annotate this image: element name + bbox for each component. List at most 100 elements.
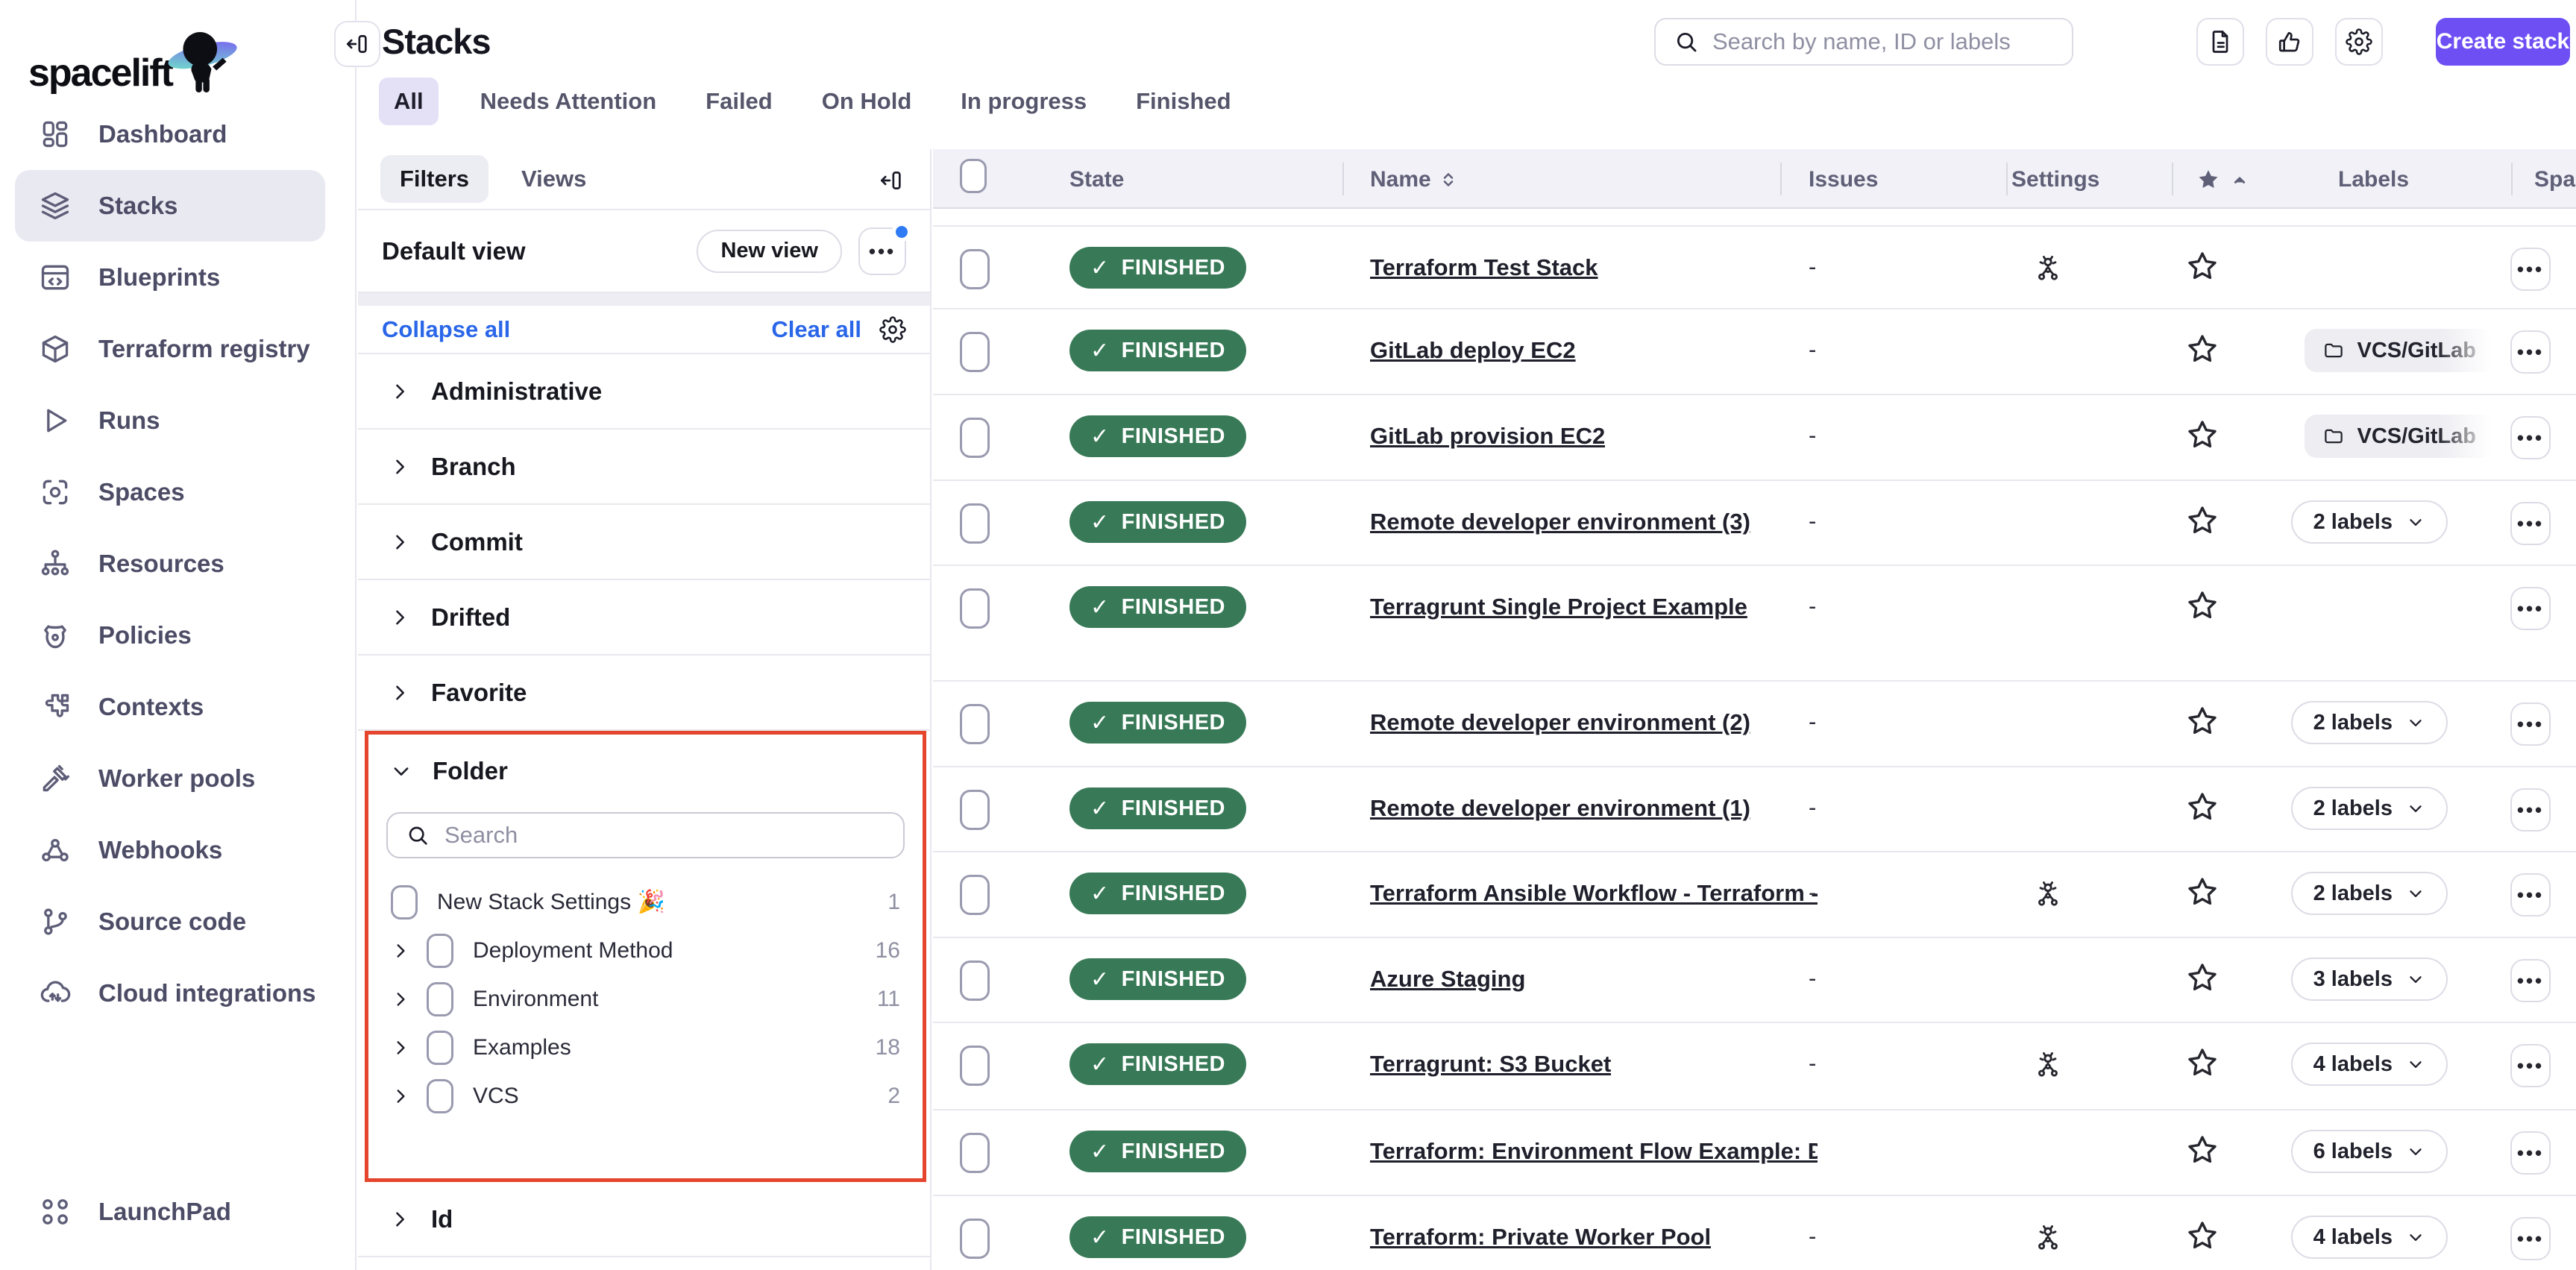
stack-name-link[interactable]: GitLab provision EC2 [1370, 423, 1605, 450]
column-state[interactable]: State [1069, 167, 1124, 192]
stack-name-link[interactable]: Terragrunt Single Project Example [1370, 594, 1747, 620]
row-actions-button[interactable]: ••• [2510, 248, 2551, 291]
favorite-star-button[interactable] [2184, 1045, 2220, 1081]
stack-name-link[interactable]: GitLab deploy EC2 [1370, 337, 1576, 364]
select-all-checkbox[interactable] [960, 159, 987, 193]
favorite-star-button[interactable] [2184, 503, 2220, 538]
column-name[interactable]: Name [1370, 167, 1460, 192]
sidebar-item-webhooks[interactable]: Webhooks [0, 814, 355, 886]
row-checkbox[interactable] [960, 588, 990, 629]
row-actions-button[interactable]: ••• [2510, 587, 2551, 630]
row-actions-button[interactable]: ••• [2510, 959, 2551, 1002]
labels-dropdown-chip[interactable]: 4 labels [2291, 1043, 2448, 1086]
row-checkbox[interactable] [960, 1046, 990, 1086]
tab-failed[interactable]: Failed [698, 78, 780, 125]
filter-section-commit[interactable]: Commit [358, 505, 930, 580]
row-checkbox[interactable] [960, 704, 990, 744]
new-view-button[interactable]: New view [697, 230, 842, 273]
labels-dropdown-chip[interactable]: 3 labels [2291, 958, 2448, 1001]
column-labels[interactable]: Labels [2338, 167, 2409, 192]
view-options-button[interactable]: ••• [858, 227, 906, 275]
favorite-star-button[interactable] [2184, 960, 2220, 996]
sidebar-item-dashboard[interactable]: Dashboard [0, 98, 355, 170]
sidebar-item-cloud-integrations[interactable]: Cloud integrations [0, 958, 355, 1029]
settings-button[interactable] [2335, 18, 2383, 66]
row-actions-button[interactable]: ••• [2510, 502, 2551, 545]
sidebar-collapse-button[interactable] [334, 21, 380, 67]
sidebar-item-stacks[interactable]: Stacks [15, 170, 325, 242]
docs-button[interactable] [2196, 18, 2244, 66]
sidebar-item-terraform-registry[interactable]: Terraform registry [0, 313, 355, 385]
row-checkbox[interactable] [960, 332, 990, 372]
stack-name-link[interactable]: Terraform Test Stack [1370, 254, 1598, 281]
tab-on-hold[interactable]: On Hold [814, 78, 920, 125]
sidebar-item-spaces[interactable]: Spaces [0, 456, 355, 528]
stack-name-link[interactable]: Terraform Ansible Workflow - Terraform -… [1370, 880, 1818, 907]
stack-name-link[interactable]: Terraform: Environment Flow Example: Dev… [1370, 1138, 1818, 1165]
filter-section-favorite[interactable]: Favorite [358, 656, 930, 731]
tab-finished[interactable]: Finished [1128, 78, 1238, 125]
sidebar-item-blueprints[interactable]: Blueprints [0, 242, 355, 313]
sidebar-item-worker-pools[interactable]: Worker pools [0, 743, 355, 814]
sidebar-item-source-code[interactable]: Source code [0, 886, 355, 958]
folder-search[interactable] [386, 812, 905, 858]
row-checkbox[interactable] [960, 418, 990, 458]
stack-name-link[interactable]: Remote developer environment (2) [1370, 709, 1750, 736]
labels-dropdown-chip[interactable]: 6 labels [2291, 1130, 2448, 1173]
column-favorite[interactable] [2196, 167, 2252, 193]
labels-dropdown-chip[interactable]: 2 labels [2291, 872, 2448, 915]
favorite-star-button[interactable] [2184, 248, 2220, 284]
tab-needs-attention[interactable]: Needs Attention [473, 78, 665, 125]
spacelift-logo[interactable]: spacelift [28, 33, 245, 100]
chevron-right-icon[interactable] [391, 941, 410, 961]
column-settings[interactable]: Settings [2011, 167, 2099, 192]
filter-section-id[interactable]: Id [358, 1182, 930, 1257]
row-actions-button[interactable]: ••• [2510, 416, 2551, 459]
checkbox[interactable] [427, 1079, 453, 1113]
filter-panel-collapse-button[interactable] [875, 164, 908, 197]
favorite-star-button[interactable] [2184, 789, 2220, 825]
tab-views[interactable]: Views [521, 166, 586, 192]
checkbox[interactable] [427, 1031, 453, 1065]
tab-all[interactable]: All [379, 78, 439, 125]
row-actions-button[interactable]: ••• [2510, 1217, 2551, 1260]
tab-filters[interactable]: Filters [380, 155, 489, 203]
filter-section-folder[interactable]: Folder [368, 746, 923, 796]
favorite-star-button[interactable] [2184, 1132, 2220, 1168]
favorite-star-button[interactable] [2184, 1218, 2220, 1254]
stack-name-link[interactable]: Azure Staging [1370, 966, 1525, 993]
search-input[interactable] [1712, 28, 2054, 55]
create-stack-button[interactable]: Create stack [2436, 18, 2570, 66]
row-actions-button[interactable]: ••• [2510, 873, 2551, 917]
row-actions-button[interactable]: ••• [2510, 1044, 2551, 1087]
sidebar-item-contexts[interactable]: Contexts [0, 671, 355, 743]
labels-dropdown-chip[interactable]: 2 labels [2291, 787, 2448, 830]
labels-dropdown-chip[interactable]: 2 labels [2291, 500, 2448, 544]
column-issues[interactable]: Issues [1809, 167, 1878, 192]
collapse-all-link[interactable]: Collapse all [382, 316, 510, 343]
labels-dropdown-chip[interactable]: 2 labels [2291, 701, 2448, 744]
filter-section-branch[interactable]: Branch [358, 430, 930, 505]
row-checkbox[interactable] [960, 875, 990, 915]
labels-dropdown-chip[interactable]: 4 labels [2291, 1216, 2448, 1259]
folder-search-input[interactable] [444, 822, 885, 849]
label-chip-folder[interactable]: VCS/GitLab [2305, 415, 2494, 458]
row-checkbox[interactable] [960, 790, 990, 830]
sidebar-item-policies[interactable]: Policies [0, 600, 355, 671]
row-actions-button[interactable]: ••• [2510, 1131, 2551, 1175]
favorite-star-button[interactable] [2184, 874, 2220, 910]
feedback-button[interactable] [2266, 18, 2313, 66]
filter-section-drifted[interactable]: Drifted [358, 580, 930, 656]
row-checkbox[interactable] [960, 1219, 990, 1259]
column-space[interactable]: Spac [2534, 167, 2576, 192]
favorite-star-button[interactable] [2184, 703, 2220, 739]
row-actions-button[interactable]: ••• [2510, 788, 2551, 832]
clear-all-link[interactable]: Clear all [771, 316, 861, 343]
chevron-right-icon[interactable] [391, 990, 410, 1009]
sidebar-item-runs[interactable]: Runs [0, 385, 355, 456]
row-checkbox[interactable] [960, 503, 990, 544]
row-checkbox[interactable] [960, 961, 990, 1001]
stack-name-link[interactable]: Remote developer environment (3) [1370, 509, 1750, 535]
checkbox[interactable] [427, 934, 453, 968]
row-checkbox[interactable] [960, 249, 990, 289]
